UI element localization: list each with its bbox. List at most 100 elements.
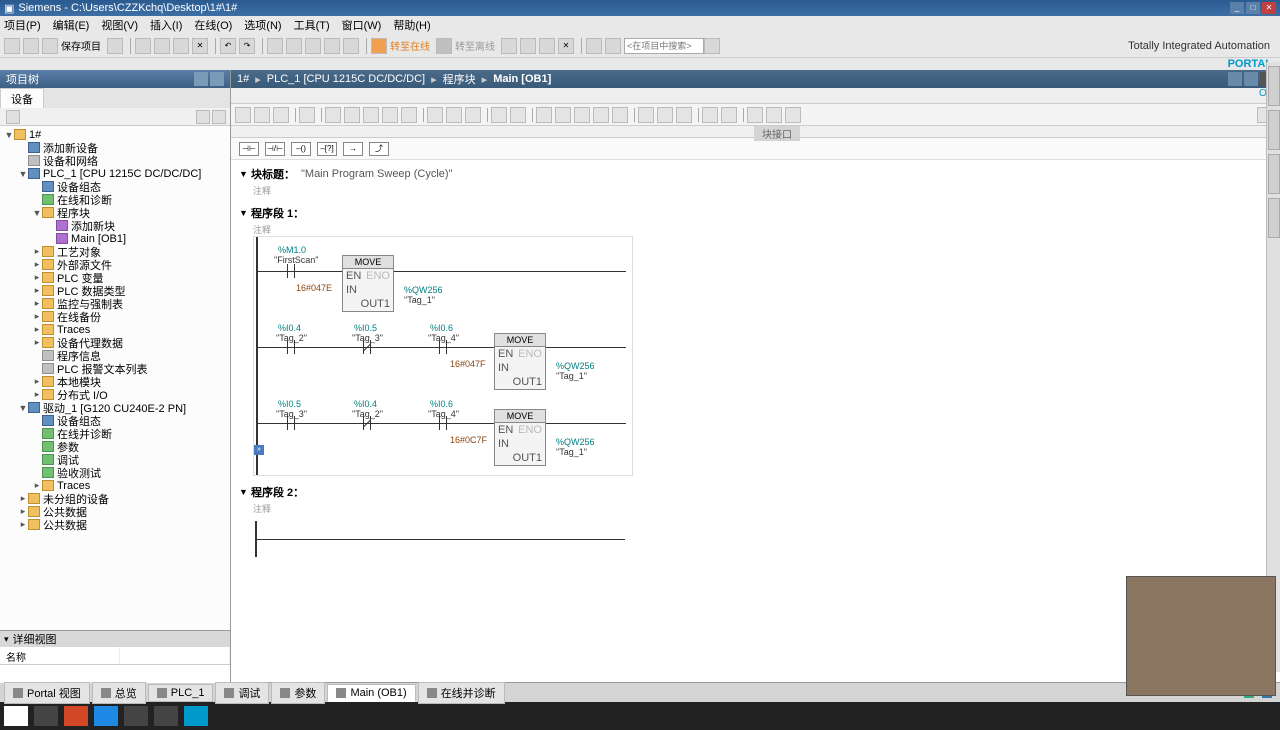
status-tab[interactable]: 调试 [215, 682, 269, 704]
ed-tool-icon[interactable] [363, 107, 379, 123]
copy-icon[interactable] [154, 38, 170, 54]
expand-icon[interactable]: ▸ [32, 337, 42, 348]
taskbar-tia-icon[interactable] [184, 706, 208, 726]
r2-oaddr[interactable]: %QW256 [556, 361, 595, 371]
no-contact[interactable] [284, 416, 298, 430]
menu-insert[interactable]: 插入(I) [150, 17, 182, 33]
expand-icon[interactable]: ▼ [4, 130, 14, 140]
expand-icon[interactable]: ▸ [32, 389, 42, 400]
project-search-input[interactable] [624, 38, 704, 54]
device-tree[interactable]: ▼1#添加新设备设备和网络▼PLC_1 [CPU 1215C DC/DC/DC]… [0, 126, 230, 630]
tree-node[interactable]: 添加新块 [0, 219, 230, 232]
network-2[interactable]: ▼程序段 2： 注释 [239, 482, 1272, 563]
ed-tool-icon[interactable] [785, 107, 801, 123]
move-box-3[interactable]: MOVE ENENO IN OUT1 [494, 409, 546, 466]
download-icon[interactable] [324, 38, 340, 54]
ed-tool-icon[interactable] [676, 107, 692, 123]
expand-icon[interactable]: ▸ [32, 480, 42, 491]
tb-icon[interactable] [501, 38, 517, 54]
taskbar-app-icon[interactable] [94, 706, 118, 726]
tb-icon[interactable] [605, 38, 621, 54]
ed-max-icon[interactable] [1244, 72, 1258, 86]
interface-drawer[interactable]: 块接口 [231, 126, 1280, 138]
network-1[interactable]: ▼程序段 1： 注释 %M1.0 "FirstScan" MOVE ENENO … [239, 203, 1272, 476]
instr-coil[interactable]: –() [291, 142, 311, 156]
tb-icon[interactable] [539, 38, 555, 54]
task-view-icon[interactable] [34, 706, 58, 726]
ed-tool-icon[interactable] [555, 107, 571, 123]
no-contact[interactable] [284, 340, 298, 354]
status-tab[interactable]: 总览 [92, 682, 146, 704]
tb-icon[interactable] [267, 38, 283, 54]
expand-icon[interactable]: ▸ [18, 493, 28, 504]
ed-tool-icon[interactable] [427, 107, 443, 123]
ed-tool-icon[interactable] [299, 107, 315, 123]
cut-icon[interactable] [135, 38, 151, 54]
r1-inval[interactable]: 16#047E [296, 283, 332, 293]
expand-icon[interactable]: ▼ [18, 403, 28, 413]
bc-project[interactable]: 1# [237, 73, 249, 85]
menu-online[interactable]: 在线(O) [194, 17, 232, 33]
ladder-canvas[interactable]: ▼块标题： "Main Program Sweep (Cycle)" 注释 ▼程… [231, 160, 1280, 682]
save-label[interactable]: 保存项目 [61, 38, 101, 53]
ed-tool-icon[interactable] [401, 107, 417, 123]
task-card-icon[interactable] [1268, 154, 1280, 194]
no-contact[interactable] [436, 416, 450, 430]
upload-icon[interactable] [343, 38, 359, 54]
tree-pin-icon[interactable] [210, 72, 224, 86]
instr-branch-close[interactable]: ⤴ [369, 142, 389, 156]
ed-tool-icon[interactable] [574, 107, 590, 123]
instr-no-contact[interactable]: ⊣⊢ [239, 142, 259, 156]
menu-project[interactable]: 项目(P) [4, 17, 41, 33]
r1-oaddr[interactable]: %QW256 [404, 285, 443, 295]
block-comment[interactable]: 注释 [239, 184, 1272, 197]
no-contact[interactable] [284, 264, 298, 278]
r3-otag[interactable]: "Tag_1" [556, 447, 587, 457]
tree-node[interactable]: ▸公共数据 [0, 518, 230, 531]
bc-plc[interactable]: PLC_1 [CPU 1215C DC/DC/DC] [267, 73, 425, 85]
r3-inval[interactable]: 16#0C7F [450, 435, 487, 445]
taskbar-app-icon[interactable] [124, 706, 148, 726]
ed-tool-icon[interactable] [510, 107, 526, 123]
max-button[interactable]: □ [1246, 2, 1260, 14]
open-project-icon[interactable] [23, 38, 39, 54]
status-tab[interactable]: 在线并诊断 [418, 682, 505, 704]
status-tab[interactable]: 参数 [271, 682, 325, 704]
ed-tool-icon[interactable] [638, 107, 654, 123]
min-button[interactable]: _ [1230, 2, 1244, 14]
r2-otag[interactable]: "Tag_1" [556, 371, 587, 381]
go-online-icon[interactable] [371, 38, 387, 54]
portal-view-button[interactable]: Portal 视图 [4, 682, 90, 704]
r2-inval[interactable]: 16#047F [450, 359, 486, 369]
ed-tool-icon[interactable] [747, 107, 763, 123]
nc-contact[interactable] [360, 416, 374, 430]
go-offline-icon[interactable] [436, 38, 452, 54]
devices-tab[interactable]: 设备 [0, 88, 44, 108]
instr-branch[interactable]: → [343, 142, 363, 156]
ed-tool-icon[interactable] [536, 107, 552, 123]
task-card-icon[interactable] [1268, 110, 1280, 150]
expand-icon[interactable]: ▸ [32, 298, 42, 309]
ed-tool-icon[interactable] [766, 107, 782, 123]
details-header[interactable]: ▾详细视图 [0, 631, 230, 647]
net2-comment[interactable]: 注释 [239, 502, 1272, 515]
redo-icon[interactable]: ↷ [239, 38, 255, 54]
ed-tool-icon[interactable] [612, 107, 628, 123]
expand-icon[interactable]: ▸ [32, 285, 42, 296]
no-contact[interactable] [436, 340, 450, 354]
task-card-icon[interactable] [1268, 198, 1280, 238]
paste-icon[interactable] [173, 38, 189, 54]
tb-icon[interactable] [305, 38, 321, 54]
tb-icon[interactable] [520, 38, 536, 54]
menu-edit[interactable]: 编辑(E) [53, 17, 90, 33]
ed-tool-icon[interactable] [446, 107, 462, 123]
ed-tool-icon[interactable] [721, 107, 737, 123]
tree-node[interactable]: ▸在线备份 [0, 310, 230, 323]
r2-a3[interactable]: %I0.6 [430, 323, 453, 333]
ed-tool-icon[interactable] [344, 107, 360, 123]
task-card-icon[interactable] [1268, 66, 1280, 106]
tree-collapse-icon[interactable] [194, 72, 208, 86]
expand-icon[interactable]: ▸ [32, 272, 42, 283]
expand-icon[interactable]: ▸ [32, 246, 42, 257]
net1-comment[interactable]: 注释 [239, 223, 1272, 236]
